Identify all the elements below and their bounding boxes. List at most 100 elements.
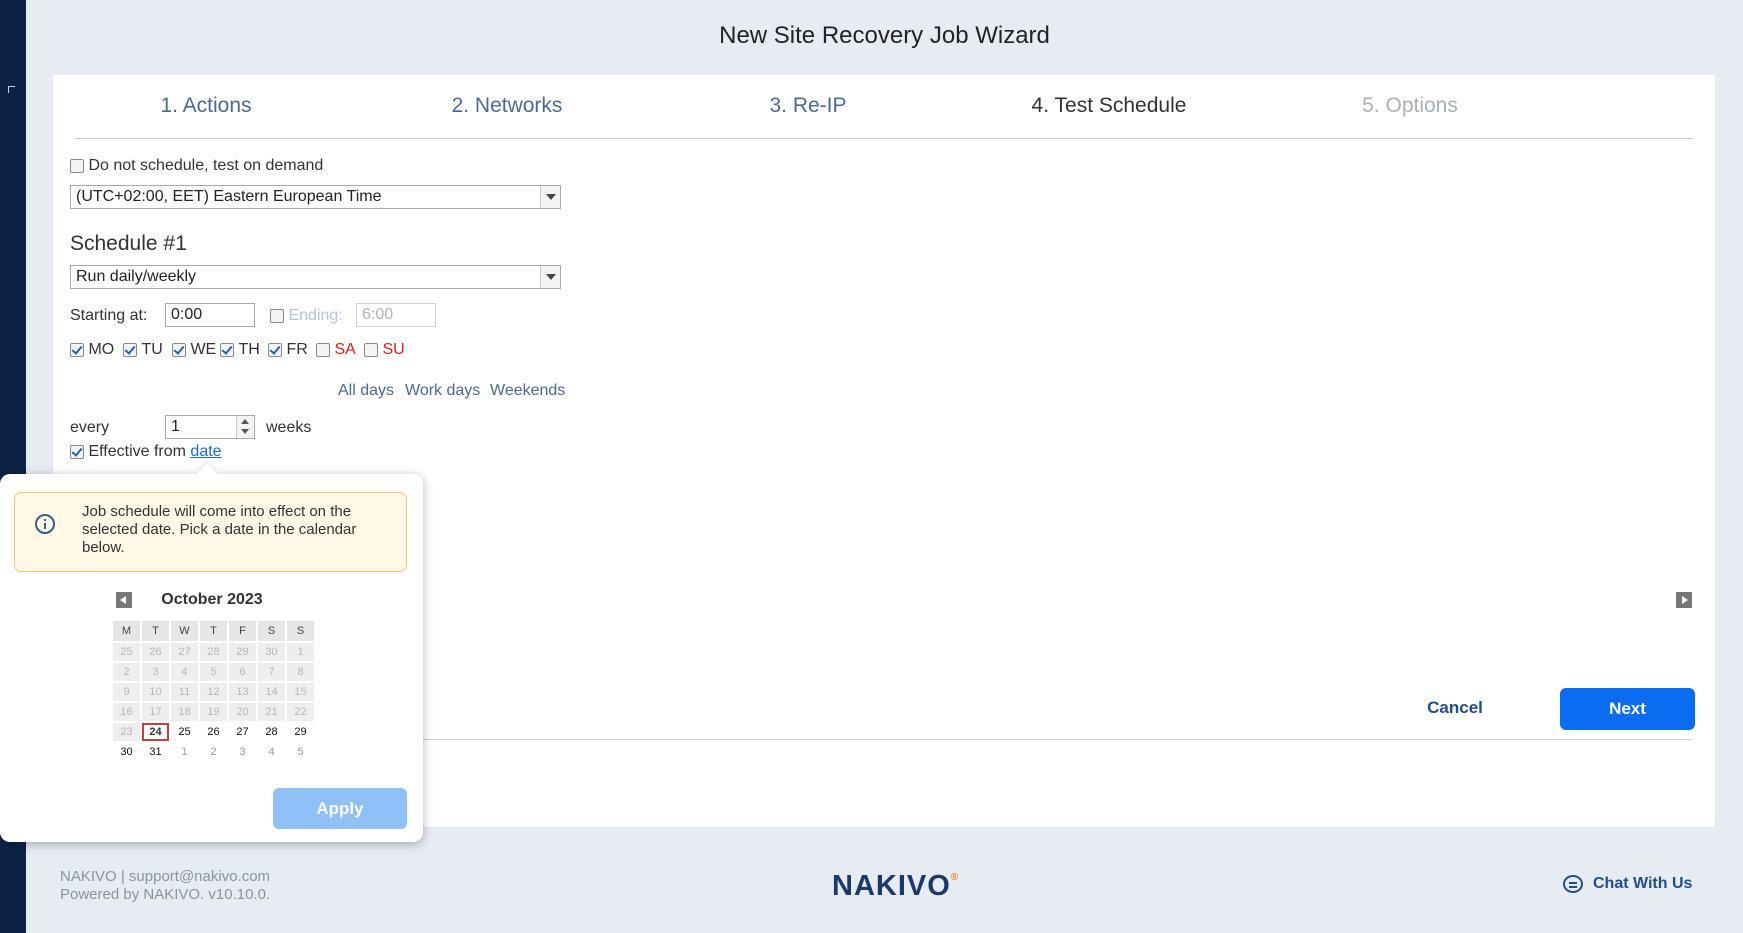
- every-weeks-input[interactable]: 1: [165, 415, 255, 439]
- calendar-day: 26: [142, 643, 169, 661]
- all-days-link[interactable]: All days: [338, 382, 394, 400]
- calendar-week: 2 3 4 5 6 7 8: [113, 663, 314, 681]
- calendar-day[interactable]: 26: [200, 723, 227, 741]
- calendar-day[interactable]: 3: [229, 743, 256, 761]
- step-networks[interactable]: 2. Networks: [452, 94, 563, 118]
- timezone-select[interactable]: (UTC+02:00, EET) Eastern European Time: [70, 185, 561, 209]
- calendar-week: 23 24 25 26 27 28 29: [113, 723, 314, 741]
- info-icon: [35, 514, 55, 534]
- chevron-down-icon[interactable]: [540, 186, 560, 208]
- footer-support[interactable]: NAKIVO | support@nakivo.com: [60, 868, 270, 886]
- day-sa-checkbox[interactable]: [316, 342, 330, 357]
- calendar-day[interactable]: 28: [258, 723, 285, 741]
- calendar-day[interactable]: 5: [287, 743, 314, 761]
- day-sa-label: SA: [334, 341, 356, 358]
- day-sa[interactable]: SA: [316, 341, 356, 359]
- next-button[interactable]: Next: [1560, 688, 1695, 730]
- chat-icon: [1563, 875, 1583, 893]
- calendar-week: 25 26 27 28 29 30 1: [113, 643, 314, 661]
- day-th[interactable]: TH: [220, 341, 260, 359]
- calendar-day[interactable]: 30: [113, 743, 140, 761]
- wizard-title: New Site Recovery Job Wizard: [719, 22, 1050, 49]
- calendar-day[interactable]: 31: [142, 743, 169, 761]
- calendar-day: 10: [142, 683, 169, 701]
- calendar-day: 16: [113, 703, 140, 721]
- calendar-day: 19: [200, 703, 227, 721]
- day-we[interactable]: WE: [172, 341, 216, 359]
- calendar-day: 27: [171, 643, 198, 661]
- calendar-day: 6: [229, 663, 256, 681]
- ending-checkbox[interactable]: [270, 308, 284, 323]
- day-tu[interactable]: TU: [123, 341, 163, 359]
- effective-checkbox[interactable]: [70, 444, 84, 459]
- schedule-type-select[interactable]: Run daily/weekly: [70, 265, 561, 289]
- day-fr[interactable]: FR: [268, 341, 308, 359]
- calendar-day: 20: [229, 703, 256, 721]
- weekends-link[interactable]: Weekends: [490, 382, 565, 400]
- calendar-day[interactable]: 25: [171, 723, 198, 741]
- calendar-day[interactable]: 1: [171, 743, 198, 761]
- day-mo-checkbox[interactable]: [70, 342, 84, 357]
- calendar-day: 8: [287, 663, 314, 681]
- spinner-arrows-icon[interactable]: [236, 416, 254, 438]
- footer-info: NAKIVO | support@nakivo.com Powered by N…: [60, 868, 270, 904]
- step-re-ip[interactable]: 3. Re-IP: [769, 94, 846, 118]
- step-options: 5. Options: [1362, 94, 1458, 117]
- ending-time-input: 6:00: [356, 303, 436, 327]
- calendar-day: 2: [113, 663, 140, 681]
- calendar-day: 22: [287, 703, 314, 721]
- calendar-day: 21: [258, 703, 285, 721]
- logo-text: NAKIVO: [832, 870, 951, 902]
- schedule-title: Schedule #1: [70, 232, 187, 255]
- day-fr-checkbox[interactable]: [268, 342, 282, 357]
- calendar-day: 14: [258, 683, 285, 701]
- calendar-day[interactable]: 29: [287, 723, 314, 741]
- timezone-value: (UTC+02:00, EET) Eastern European Time: [76, 188, 382, 205]
- day-mo[interactable]: MO: [70, 341, 114, 359]
- calendar-day: 4: [171, 663, 198, 681]
- day-th-label: TH: [238, 341, 260, 358]
- weekday-label: S: [287, 621, 314, 641]
- starting-time-input[interactable]: 0:00: [165, 303, 255, 327]
- calendar-day: 3: [142, 663, 169, 681]
- work-days-link[interactable]: Work days: [405, 382, 480, 400]
- cancel-button[interactable]: Cancel: [1410, 688, 1500, 728]
- weekday-label: S: [258, 621, 285, 641]
- day-th-checkbox[interactable]: [220, 342, 234, 357]
- effective-date-link[interactable]: date: [190, 443, 221, 460]
- chat-with-us-button[interactable]: Chat With Us: [1563, 875, 1692, 893]
- step-test-schedule[interactable]: 4. Test Schedule: [1032, 94, 1187, 118]
- calendar-day[interactable]: 2: [200, 743, 227, 761]
- calendar-day: 30: [258, 643, 285, 661]
- day-we-checkbox[interactable]: [172, 342, 186, 357]
- calendar-day: 23: [113, 723, 140, 741]
- next-month-icon[interactable]: [1676, 592, 1692, 608]
- calendar-day: 1: [287, 643, 314, 661]
- weekday-label: W: [171, 621, 198, 641]
- calendar-day: 15: [287, 683, 314, 701]
- calendar-day[interactable]: 27: [229, 723, 256, 741]
- no-schedule-label: Do not schedule, test on demand: [88, 157, 324, 174]
- info-box: Job schedule will come into effect on th…: [14, 492, 407, 572]
- step-actions[interactable]: 1. Actions: [160, 94, 251, 118]
- calendar-day-today[interactable]: 24: [142, 723, 169, 741]
- weeks-label: weeks: [266, 419, 312, 436]
- weekday-label: M: [113, 621, 140, 641]
- schedule-type-value: Run daily/weekly: [76, 268, 197, 285]
- calendar-day: 18: [171, 703, 198, 721]
- day-tu-checkbox[interactable]: [123, 342, 137, 357]
- wizard-steps: 1. Actions 2. Networks 3. Re-IP 4. Test …: [75, 75, 1693, 139]
- calendar-day: 7: [258, 663, 285, 681]
- calendar-day: 25: [113, 643, 140, 661]
- calendar-day[interactable]: 4: [258, 743, 285, 761]
- day-su[interactable]: SU: [364, 341, 405, 359]
- no-schedule-row: Do not schedule, test on demand: [70, 157, 323, 175]
- date-picker-popup: Job schedule will come into effect on th…: [0, 463, 1692, 842]
- no-schedule-checkbox[interactable]: [70, 158, 84, 173]
- calendar-day: 11: [171, 683, 198, 701]
- day-su-label: SU: [382, 341, 405, 358]
- day-su-checkbox[interactable]: [364, 342, 378, 357]
- collapse-icon[interactable]: [8, 86, 15, 93]
- chevron-down-icon[interactable]: [540, 266, 560, 288]
- apply-button[interactable]: Apply: [273, 788, 407, 829]
